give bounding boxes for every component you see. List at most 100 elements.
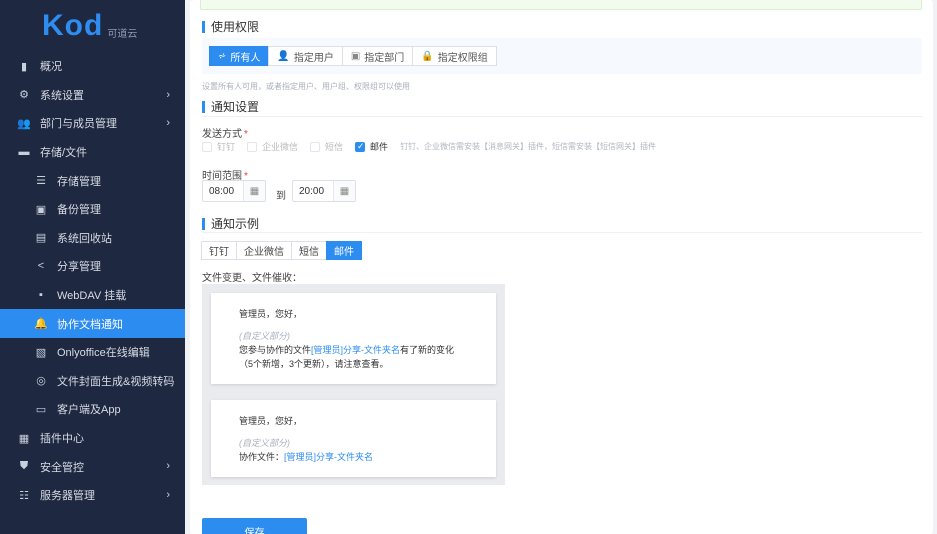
sidebar-item[interactable]: ⚙ 系统设置 › bbox=[0, 81, 185, 110]
calendar-icon[interactable]: ▦ bbox=[243, 181, 265, 201]
save-button[interactable]: 保存 bbox=[202, 518, 307, 534]
media-icon: ◎ bbox=[36, 375, 46, 388]
sidebar-item-label: 安全管控 bbox=[40, 461, 84, 474]
card-line: 您参与协作的文件[管理员]分享-文件夹名有了新的变化 bbox=[239, 343, 496, 357]
perm-dept-button[interactable]: ▣ 指定部门 bbox=[341, 46, 414, 66]
user-icon: 👤 bbox=[277, 50, 290, 62]
time-to-input[interactable]: 20:00 ▦ bbox=[292, 180, 356, 202]
sidebar-item[interactable]: ▤ 系统回收站 bbox=[0, 224, 185, 253]
sidebar-nav: ▮ 概况 ⚙ 系统设置 › 👥 部门与成员管理 › ▬ 存储/文件 ☰ 存储管理 ▣ 备份管理 ▤ 系统回收站… bbox=[0, 52, 185, 510]
option-wecom[interactable]: 企业微信 bbox=[247, 140, 298, 153]
sidebar-item[interactable]: < 分享管理 bbox=[0, 252, 185, 281]
grid-icon: ▦ bbox=[18, 432, 30, 445]
sidebar-item[interactable]: ▣ 备份管理 bbox=[0, 195, 185, 224]
option-label: 邮件 bbox=[370, 142, 389, 152]
time-to-label: 到 bbox=[276, 191, 286, 202]
option-label: 钉钉 bbox=[217, 142, 236, 152]
folder-icon: ▬ bbox=[18, 146, 30, 159]
folder-link[interactable]: [管理员]分享-文件夹名 bbox=[284, 452, 373, 462]
email-card-collab: 管理员，您好， (自定义部分) 协作文件：[管理员]分享-文件夹名 bbox=[211, 400, 496, 477]
sidebar-item-label: 协作文档通知 bbox=[57, 318, 123, 331]
sidebar-item[interactable]: ◎ 文件封面生成&视频转码 bbox=[0, 367, 185, 396]
tab-sms[interactable]: 短信 bbox=[291, 241, 327, 260]
sidebar-item-label: 系统回收站 bbox=[57, 232, 112, 245]
perm-user-button[interactable]: 👤 指定用户 bbox=[268, 46, 343, 66]
brand-subtitle: 可道云 bbox=[107, 28, 138, 40]
card-line: 协作文件：[管理员]分享-文件夹名 bbox=[239, 450, 496, 464]
sidebar-item[interactable]: ▧ Onlyoffice在线编辑 bbox=[0, 338, 185, 367]
drive-icon: ▪ bbox=[39, 289, 43, 302]
card-line-prefix: 协作文件： bbox=[239, 452, 285, 462]
perm-all-button[interactable]: ⩫ 所有人 bbox=[209, 46, 270, 66]
shield-icon: ⛊ bbox=[19, 460, 29, 473]
required-mark: * bbox=[244, 129, 248, 140]
sidebar-item-label: 存储/文件 bbox=[40, 147, 88, 160]
sidebar-item-label: 服务器管理 bbox=[40, 490, 95, 503]
send-method-label: 发送方式 * bbox=[202, 125, 248, 140]
sidebar-item[interactable]: ▮ 概况 bbox=[0, 52, 185, 81]
lock-icon: 🔒 bbox=[421, 50, 434, 62]
permission-hint: 设置所有人可用，或者指定用户、用户组、权限组可以使用 bbox=[202, 82, 410, 91]
sidebar-item-label: 概况 bbox=[40, 61, 62, 74]
time-from-input[interactable]: 08:00 ▦ bbox=[202, 180, 266, 202]
folder-link[interactable]: [管理员]分享-文件夹名 bbox=[311, 345, 400, 355]
share-icon: < bbox=[37, 260, 45, 273]
email-card-change: 管理员，您好， (自定义部分) 您参与协作的文件[管理员]分享-文件夹名有了新的… bbox=[211, 293, 496, 384]
card-line-suffix: 有了新的变化 bbox=[400, 345, 455, 355]
brand-name: Kod bbox=[42, 9, 104, 42]
send-method-options: 钉钉 企业微信 短信 邮件 钉钉、企业微信需安装【消息网关】插件，短信需安装【短… bbox=[202, 140, 656, 153]
perm-group-button[interactable]: 🔒 指定权限组 bbox=[412, 46, 497, 66]
chevron-right-icon: › bbox=[166, 88, 170, 101]
calendar-icon[interactable]: ▦ bbox=[333, 181, 355, 201]
sidebar-item[interactable]: ⛊ 安全管控 › bbox=[0, 452, 185, 481]
save-icon: ▣ bbox=[35, 203, 47, 216]
users-all-icon: ⩫ bbox=[218, 50, 227, 62]
option-dingtalk[interactable]: 钉钉 bbox=[202, 140, 235, 153]
perm-group-label: 指定权限组 bbox=[437, 52, 488, 64]
divider bbox=[202, 232, 922, 233]
sidebar: Kod 可道云 ▮ 概况 ⚙ 系统设置 › 👥 部门与成员管理 › ▬ 存储/文件 ☰ 存储管理 ▣ 备份… bbox=[0, 0, 185, 534]
tab-wecom[interactable]: 企业微信 bbox=[236, 241, 292, 260]
card-custom-part: (自定义部分) bbox=[239, 331, 290, 341]
sidebar-item-label: 存储管理 bbox=[57, 175, 101, 188]
doc-edit-icon: ▧ bbox=[35, 346, 47, 359]
time-from-value: 08:00 bbox=[209, 185, 235, 197]
scrollbar-track[interactable] bbox=[933, 0, 937, 534]
perm-user-label: 指定用户 bbox=[293, 52, 334, 64]
sidebar-item-label: 插件中心 bbox=[40, 433, 84, 446]
example-label: 文件变更、文件催收： bbox=[202, 273, 302, 284]
server-icon: ☷ bbox=[19, 489, 29, 502]
section-title-permission: 使用权限 bbox=[202, 18, 259, 35]
sidebar-item[interactable]: 👥 部门与成员管理 › bbox=[0, 109, 185, 138]
sidebar-item-label: 客户端及App bbox=[57, 404, 121, 417]
card-custom-part: (自定义部分) bbox=[239, 438, 290, 448]
sidebar-item[interactable]: ▬ 存储/文件 bbox=[0, 138, 185, 167]
example-preview: 管理员，您好， (自定义部分) 您参与协作的文件[管理员]分享-文件夹名有了新的… bbox=[202, 284, 505, 485]
sidebar-item[interactable]: ▪ WebDAV 挂载 bbox=[0, 281, 185, 310]
tab-email[interactable]: 邮件 bbox=[326, 241, 362, 260]
perm-dept-label: 指定部门 bbox=[364, 52, 405, 64]
department-icon: ▣ bbox=[350, 50, 361, 62]
sidebar-item-label: 部门与成员管理 bbox=[40, 118, 117, 131]
card-greeting: 管理员，您好， bbox=[239, 416, 303, 426]
sidebar-item-label: 分享管理 bbox=[57, 261, 101, 274]
tab-dingtalk[interactable]: 钉钉 bbox=[201, 241, 237, 260]
checkbox[interactable] bbox=[247, 141, 258, 152]
checkbox-checked[interactable] bbox=[355, 141, 366, 152]
sidebar-item-label: 文件封面生成&视频转码 bbox=[57, 375, 175, 388]
option-sms[interactable]: 短信 bbox=[310, 140, 343, 153]
checkbox[interactable] bbox=[202, 141, 212, 152]
sidebar-item[interactable]: ☷ 服务器管理 › bbox=[0, 481, 185, 510]
bell-icon: 🔔 bbox=[34, 318, 48, 331]
section-title-example: 通知示例 bbox=[202, 215, 259, 232]
sidebar-item[interactable]: ▦ 插件中心 bbox=[0, 424, 185, 453]
sidebar-item[interactable]: ▭ 客户端及App bbox=[0, 395, 185, 424]
sidebar-item[interactable]: 🔔 协作文档通知 bbox=[0, 309, 185, 338]
option-email[interactable]: 邮件 bbox=[355, 140, 388, 153]
sidebar-item[interactable]: ☰ 存储管理 bbox=[0, 166, 185, 195]
checkbox[interactable] bbox=[310, 141, 321, 152]
gear-icon: ⚙ bbox=[19, 89, 29, 102]
trash-icon: ▤ bbox=[35, 232, 47, 245]
permission-box: ⩫ 所有人 👤 指定用户 ▣ 指定部门 🔒 指定权限组 bbox=[202, 38, 922, 74]
logo: Kod 可道云 bbox=[0, 0, 185, 52]
